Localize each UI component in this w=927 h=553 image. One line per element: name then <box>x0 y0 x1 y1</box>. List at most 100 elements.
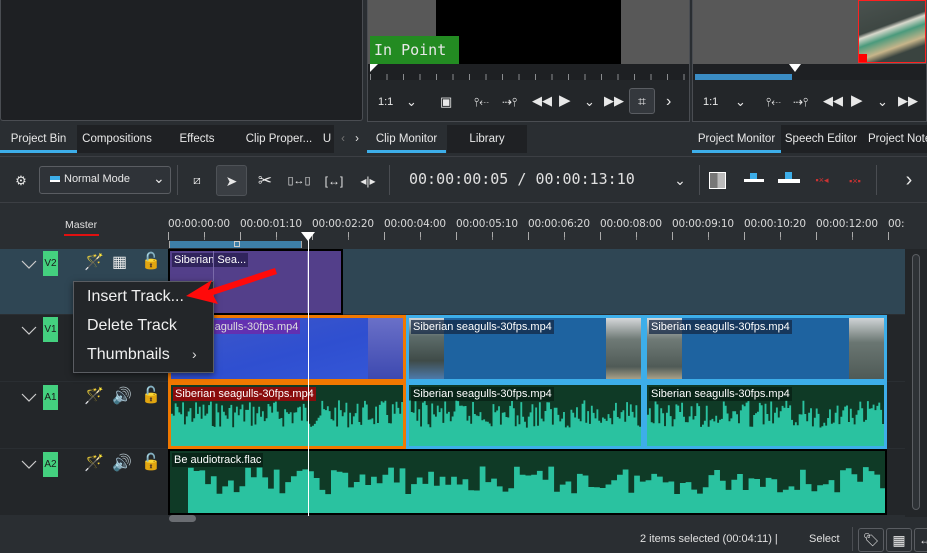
clip-a2[interactable]: Be audiotrack.flac <box>168 449 887 515</box>
collapse-chevron-icon[interactable] <box>20 388 38 406</box>
separator <box>389 165 390 195</box>
slip-tool-icon[interactable]: ▯↔▯ <box>287 157 311 204</box>
menu-item-delete-track[interactable]: Delete Track <box>87 317 177 335</box>
clip-a1-1[interactable]: Siberian seagulls-30fps.mp4 <box>168 382 406 449</box>
playhead-line[interactable] <box>308 236 309 516</box>
tab-truncated[interactable]: U <box>320 125 334 153</box>
track-a2[interactable]: Be audiotrack.flac <box>168 449 905 515</box>
timeline-settings-icon[interactable]: ⚙ <box>10 157 32 204</box>
play-options-chevron-icon[interactable]: ⌄ <box>877 92 888 112</box>
crop-icon[interactable]: ⌗ <box>629 88 655 114</box>
razor-tool-icon[interactable]: ✂ <box>254 157 276 204</box>
timecode-display[interactable]: 00:00:00:05 / 00:00:13:10 <box>409 170 635 188</box>
film-icon[interactable]: ▦ <box>886 528 912 552</box>
separator <box>177 165 178 195</box>
play-options-chevron-icon[interactable]: ⌄ <box>584 92 595 112</box>
ruler-label: 00:00:01:10 <box>240 218 302 230</box>
track-header-a2[interactable]: A2 🪄 🔊 🔓 <box>0 449 168 515</box>
lock-open-icon[interactable]: 🔓 <box>141 452 161 472</box>
clip-zoom-select[interactable]: 1:1 <box>378 92 393 112</box>
track-label[interactable]: V1 <box>43 317 58 342</box>
collapse-chevron-icon[interactable] <box>20 455 38 473</box>
track-a1[interactable]: Siberian seagulls-30fps.mp4 Siberian sea… <box>168 382 905 449</box>
speaker-icon[interactable]: 🔊 <box>112 453 132 473</box>
roll-tool-icon[interactable]: ◂|▸ <box>356 157 380 204</box>
effects-wand-icon[interactable]: 🪄 <box>84 453 104 473</box>
tab-compositions[interactable]: Compositions <box>77 125 157 153</box>
project-bin-panel[interactable] <box>0 0 363 121</box>
project-zoom-select[interactable]: 1:1 <box>703 92 718 112</box>
clip-v1-3[interactable]: Siberian seagulls-30fps.mp4 <box>644 315 887 382</box>
timeline-zone-bar[interactable] <box>169 241 302 248</box>
tab-project-notes[interactable]: Project Note <box>862 125 927 153</box>
horizontal-scrollbar[interactable] <box>168 515 905 523</box>
lock-open-icon[interactable]: 🔓 <box>141 385 161 405</box>
track-header-a1[interactable]: A1 🪄 🔊 🔓 <box>0 382 168 448</box>
edit-mode-select[interactable]: Normal Mode ⌄ <box>39 166 171 194</box>
tab-effects[interactable]: Effects <box>167 125 227 153</box>
tab-scroll-left-icon[interactable]: ‹ <box>336 125 350 153</box>
overwrite-clip-icon[interactable] <box>778 171 800 187</box>
selection-tool-icon[interactable]: ➤ <box>216 165 247 196</box>
play-icon[interactable]: ▶ <box>559 91 571 111</box>
film-frame-icon[interactable]: ▣ <box>440 92 452 112</box>
menu-item-insert-track[interactable]: Insert Track... <box>87 288 184 306</box>
tab-scroll-right-icon[interactable]: › <box>350 125 364 153</box>
film-icon[interactable]: ▦ <box>112 252 127 272</box>
effects-wand-icon[interactable]: 🪄 <box>84 252 104 272</box>
track-label[interactable]: A2 <box>43 452 58 477</box>
extract-zone-icon[interactable]: ▪×◂ <box>811 157 833 204</box>
collapse-chevron-icon[interactable] <box>20 321 38 339</box>
spacer-tool-icon[interactable]: ⧄ <box>185 157 209 204</box>
collapse-chevron-icon[interactable] <box>20 255 38 273</box>
horizontal-scrollbar-thumb[interactable] <box>169 515 196 522</box>
clip-a1-2[interactable]: Siberian seagulls-30fps.mp4 <box>406 382 644 449</box>
fast-forward-icon[interactable]: ▶▶ <box>898 91 918 111</box>
set-in-point-icon[interactable]: ⫯⇠ <box>474 92 489 112</box>
clip-v1-2[interactable]: Siberian seagulls-30fps.mp4 <box>406 315 644 382</box>
clip-monitor-ruler[interactable] <box>368 64 689 80</box>
tab-project-monitor[interactable]: Project Monitor <box>692 125 781 153</box>
chevron-down-icon[interactable]: ⌄ <box>735 92 746 112</box>
vertical-scrollbar-thumb[interactable] <box>912 254 920 510</box>
timecode-current: 00:00:00:05 <box>409 170 509 188</box>
fast-forward-icon[interactable]: ▶▶ <box>604 91 624 111</box>
track-v1[interactable]: seagulls-30fps.mp4 Siberian seagulls-30f… <box>168 315 905 382</box>
lock-open-icon[interactable]: 🔓 <box>141 251 161 271</box>
insert-clip-icon[interactable] <box>744 171 766 187</box>
clip-a1-3[interactable]: Siberian seagulls-30fps.mp4 <box>644 382 887 449</box>
ripple-tool-icon[interactable]: [↔] <box>322 157 346 204</box>
menu-item-thumbnails[interactable]: Thumbnails <box>87 346 170 364</box>
fit-zoom-icon[interactable]: ↔ <box>914 528 927 552</box>
rewind-icon[interactable]: ◀◀ <box>532 91 552 111</box>
tab-clip-monitor[interactable]: Clip Monitor <box>367 125 446 153</box>
tab-speech-editor[interactable]: Speech Editor <box>781 125 861 153</box>
zone-handle-icon[interactable] <box>234 241 240 247</box>
composite-toggle-icon[interactable] <box>709 172 726 189</box>
timeline-ruler[interactable]: 00:00:00:00 00:00:01:10 00:00:02:20 00:0… <box>168 218 905 248</box>
timecode-chevron-down-icon[interactable]: ⌄ <box>670 157 690 204</box>
tab-clip-properties[interactable]: Clip Proper... <box>240 125 318 153</box>
tab-project-bin[interactable]: Project Bin <box>0 125 77 153</box>
track-label[interactable]: A1 <box>43 385 58 410</box>
more-chevron-right-icon[interactable]: › <box>666 92 671 112</box>
play-icon[interactable]: ▶ <box>851 91 863 111</box>
vertical-scrollbar-track[interactable] <box>905 249 927 517</box>
clip-playhead-marker <box>370 64 378 72</box>
track-label[interactable]: V2 <box>43 251 58 276</box>
tag-icon[interactable]: 🏷 <box>858 528 884 552</box>
chevron-down-icon[interactable]: ⌄ <box>406 92 417 112</box>
master-underline <box>64 234 99 236</box>
lift-zone-icon[interactable]: ▪×▪ <box>844 157 866 204</box>
set-in-point-icon[interactable]: ⫯⇠ <box>766 92 781 112</box>
rewind-icon[interactable]: ◀◀ <box>823 91 843 111</box>
master-label[interactable]: Master <box>65 219 97 231</box>
effects-wand-icon[interactable]: 🪄 <box>84 386 104 406</box>
toolbar-more-chevron-right-icon[interactable]: › <box>900 157 918 204</box>
set-out-point-icon[interactable]: ⇢⫯ <box>793 92 808 112</box>
in-point-overlay: In Point <box>370 36 459 64</box>
set-out-point-icon[interactable]: ⇢⫯ <box>502 92 517 112</box>
tab-library[interactable]: Library <box>447 125 527 153</box>
project-monitor-ruler[interactable] <box>693 64 926 80</box>
speaker-icon[interactable]: 🔊 <box>112 386 132 406</box>
